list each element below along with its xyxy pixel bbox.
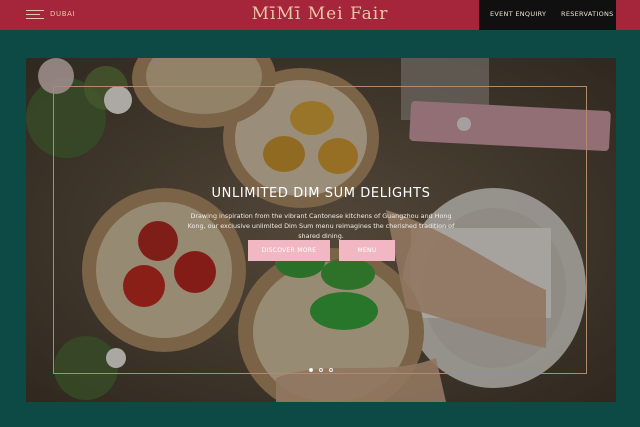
slide-dot-3[interactable] (329, 368, 333, 372)
hero-headline: UNLIMITED DIM SUM DELIGHTS (211, 186, 431, 201)
hamburger-menu-icon[interactable] (26, 8, 46, 22)
brand-logo[interactable]: MīMī Mei Fair (230, 4, 410, 24)
slide-dot-2[interactable] (319, 368, 323, 372)
hero-slider: UNLIMITED DIM SUM DELIGHTS Drawing inspi… (26, 58, 616, 402)
menu-button[interactable]: MENU (339, 240, 395, 261)
event-enquiry-link[interactable]: EVENT ENQUIRY (490, 10, 546, 18)
slide-dot-1[interactable] (309, 368, 313, 372)
header-cta-group: EVENT ENQUIRY RESERVATIONS (479, 0, 616, 30)
location-selector[interactable]: DUBAI (50, 10, 75, 18)
discover-more-button[interactable]: DISCOVER MORE (248, 240, 330, 261)
hero-description: Drawing inspiration from the vibrant Can… (187, 212, 455, 240)
slider-dots (306, 368, 336, 374)
reservations-link[interactable]: RESERVATIONS (561, 10, 614, 18)
site-header: DUBAI MīMī Mei Fair EVENT ENQUIRY RESERV… (0, 0, 640, 30)
